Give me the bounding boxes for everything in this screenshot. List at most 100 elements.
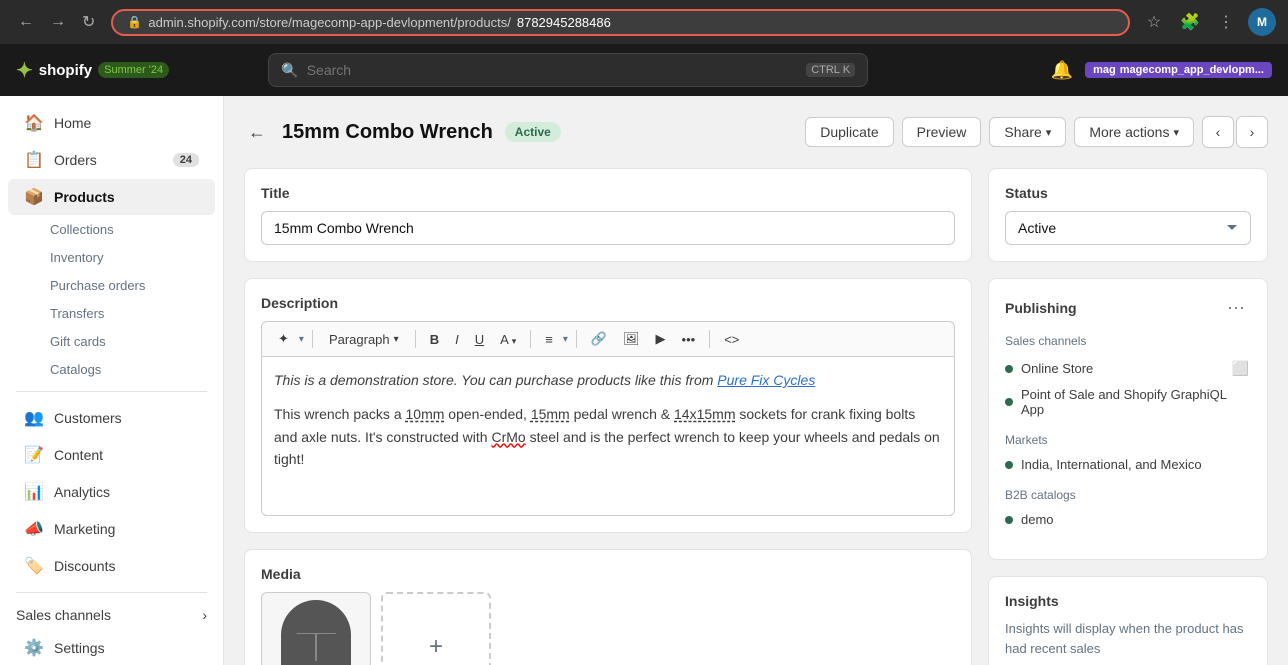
- toolbar-format-label: Paragraph: [329, 332, 390, 347]
- sidebar-item-collections[interactable]: Collections: [8, 216, 215, 243]
- sidebar-item-customers[interactable]: 👥 Customers: [8, 400, 215, 436]
- sidebar-item-home[interactable]: 🏠 Home: [8, 105, 215, 141]
- measurement-14x15mm: 14x15mm: [674, 406, 735, 422]
- sidebar-item-customers-label: Customers: [54, 410, 122, 426]
- pagination-arrows: ‹ ›: [1202, 116, 1268, 148]
- url-bar[interactable]: 🔒 admin.shopify.com/store/magecomp-app-d…: [111, 9, 1130, 36]
- channel-online-store-copy-button[interactable]: ⬜: [1230, 358, 1251, 379]
- prev-arrow-button[interactable]: ‹: [1202, 116, 1234, 148]
- summer-badge: Summer '24: [98, 62, 169, 78]
- search-shortcut: CTRL K: [806, 63, 855, 77]
- channel-pos-label: Point of Sale and Shopify GraphiQL App: [1021, 387, 1251, 417]
- sidebar-item-orders-label: Orders: [54, 152, 97, 168]
- orders-icon: 📋: [24, 150, 44, 170]
- toolbar-align-btn[interactable]: ≡: [539, 329, 559, 350]
- toolbar-underline-btn[interactable]: U: [469, 329, 490, 350]
- back-button[interactable]: ←: [244, 118, 270, 147]
- editor-content[interactable]: This is a demonstration store. You can p…: [261, 356, 955, 516]
- products-icon: 📦: [24, 187, 44, 207]
- toolbar-italic-btn[interactable]: I: [449, 329, 465, 350]
- editor-link[interactable]: Pure Fix Cycles: [717, 372, 815, 388]
- refresh-button[interactable]: ↻: [76, 10, 101, 34]
- sidebar-item-inventory[interactable]: Inventory: [8, 244, 215, 271]
- two-col-layout: Title Description ✦ ▾ Paragraph ▾: [244, 168, 1268, 665]
- channel-online-store-label: Online Store: [1021, 361, 1093, 376]
- sidebar-item-purchase-orders[interactable]: Purchase orders: [8, 272, 215, 299]
- publishing-more-button[interactable]: ···: [1221, 295, 1251, 320]
- toolbar-video-btn[interactable]: ▶: [650, 328, 672, 350]
- next-arrow-button[interactable]: ›: [1236, 116, 1268, 148]
- notifications-button[interactable]: 🔔: [1051, 60, 1073, 81]
- sidebar-item-catalogs[interactable]: Catalogs: [8, 356, 215, 383]
- channel-pos: Point of Sale and Shopify GraphiQL App: [1005, 383, 1251, 421]
- status-select[interactable]: Active Draft: [1005, 211, 1251, 245]
- sidebar-item-discounts[interactable]: 🏷️ Discounts: [8, 548, 215, 584]
- back-button[interactable]: ←: [12, 11, 40, 33]
- toolbar-code-btn[interactable]: <>: [718, 329, 745, 350]
- sidebar-divider-1: [16, 391, 207, 392]
- sales-channels-section: Sales channels Online Store ⬜ Point of S…: [1005, 334, 1251, 421]
- url-highlighted: 8782945288486: [517, 15, 611, 30]
- share-button[interactable]: Share ▾: [989, 117, 1066, 147]
- toolbar-link-btn[interactable]: 🔗: [585, 328, 613, 350]
- toolbar-color-btn[interactable]: A ▾: [494, 329, 522, 350]
- sidebar-item-gift-cards[interactable]: Gift cards: [8, 328, 215, 355]
- sidebar-divider-2: [16, 592, 207, 593]
- browser-chrome: ← → ↻ 🔒 admin.shopify.com/store/magecomp…: [0, 0, 1288, 44]
- more-actions-button[interactable]: More actions ▾: [1074, 117, 1194, 147]
- media-label: Media: [261, 566, 955, 582]
- shopify-icon: ✦: [16, 58, 33, 83]
- content-area: 🏠 Home 📋 Orders 24 📦 Products Collection…: [0, 96, 1288, 665]
- toolbar-image-btn[interactable]: 🖼: [617, 328, 646, 350]
- sidebar-item-orders[interactable]: 📋 Orders 24: [8, 142, 215, 178]
- page-header-left: ← 15mm Combo Wrench Active: [244, 118, 561, 147]
- menu-button[interactable]: ⋮: [1212, 8, 1240, 36]
- top-nav-right: 🔔 mag magecomp_app_devlopm...: [1051, 60, 1272, 81]
- product-image: [281, 600, 351, 665]
- preview-button[interactable]: Preview: [902, 117, 982, 147]
- bookmark-button[interactable]: ☆: [1140, 8, 1168, 36]
- toolbar-format-dropdown[interactable]: Paragraph ▾: [321, 329, 407, 350]
- toolbar-bold-btn[interactable]: B: [424, 329, 445, 350]
- page-header-actions: Duplicate Preview Share ▾ More actions ▾…: [805, 116, 1268, 148]
- toolbar-color-chevron-icon: ▾: [512, 336, 517, 346]
- insights-card: Insights Insights will display when the …: [988, 576, 1268, 665]
- extensions-button[interactable]: 🧩: [1176, 8, 1204, 36]
- page-title: 15mm Combo Wrench: [282, 121, 493, 144]
- media-item-1[interactable]: [261, 592, 371, 665]
- toolbar-magic-btn[interactable]: ✦: [272, 328, 295, 350]
- sidebar-item-marketing[interactable]: 📣 Marketing: [8, 511, 215, 547]
- sidebar-item-home-label: Home: [54, 115, 91, 131]
- sidebar-item-transfers[interactable]: Transfers: [8, 300, 215, 327]
- toolbar-magic-chevron-icon: ▾: [299, 334, 304, 345]
- media-add-button[interactable]: +: [381, 592, 491, 665]
- forward-button[interactable]: →: [44, 11, 72, 33]
- sidebar-item-products[interactable]: 📦 Products: [8, 179, 215, 215]
- search-bar[interactable]: 🔍 CTRL K: [268, 53, 868, 87]
- sales-channels-row[interactable]: Sales channels ›: [0, 601, 223, 629]
- toolbar-color-label: A: [500, 332, 508, 347]
- store-avatar[interactable]: mag magecomp_app_devlopm...: [1085, 62, 1272, 78]
- description-card: Description ✦ ▾ Paragraph ▾ B I: [244, 278, 972, 533]
- title-input[interactable]: [261, 211, 955, 245]
- browser-avatar: M: [1248, 8, 1276, 36]
- marketing-icon: 📣: [24, 519, 44, 539]
- toolbar-sep-4: [576, 330, 577, 348]
- duplicate-button[interactable]: Duplicate: [805, 117, 893, 147]
- home-icon: 🏠: [24, 113, 44, 133]
- description-label: Description: [261, 295, 955, 311]
- sidebar-item-analytics[interactable]: 📊 Analytics: [8, 474, 215, 510]
- more-actions-chevron-icon: ▾: [1173, 126, 1179, 139]
- insights-note: Insights will display when the product h…: [1005, 619, 1251, 658]
- sidebar-item-settings[interactable]: ⚙️ Settings: [8, 630, 215, 665]
- sidebar-item-discounts-label: Discounts: [54, 558, 115, 574]
- markets-sub-label: Markets: [1005, 433, 1251, 447]
- status-card: Status Active Draft: [988, 168, 1268, 262]
- toolbar-more-btn[interactable]: •••: [676, 329, 702, 350]
- search-input[interactable]: [307, 62, 798, 78]
- status-card-title: Status: [1005, 185, 1251, 201]
- b2b-label: demo: [1021, 512, 1054, 527]
- sidebar-item-content[interactable]: 📝 Content: [8, 437, 215, 473]
- toolbar-sep-1: [312, 330, 313, 348]
- browser-nav-buttons: ← → ↻: [12, 10, 101, 34]
